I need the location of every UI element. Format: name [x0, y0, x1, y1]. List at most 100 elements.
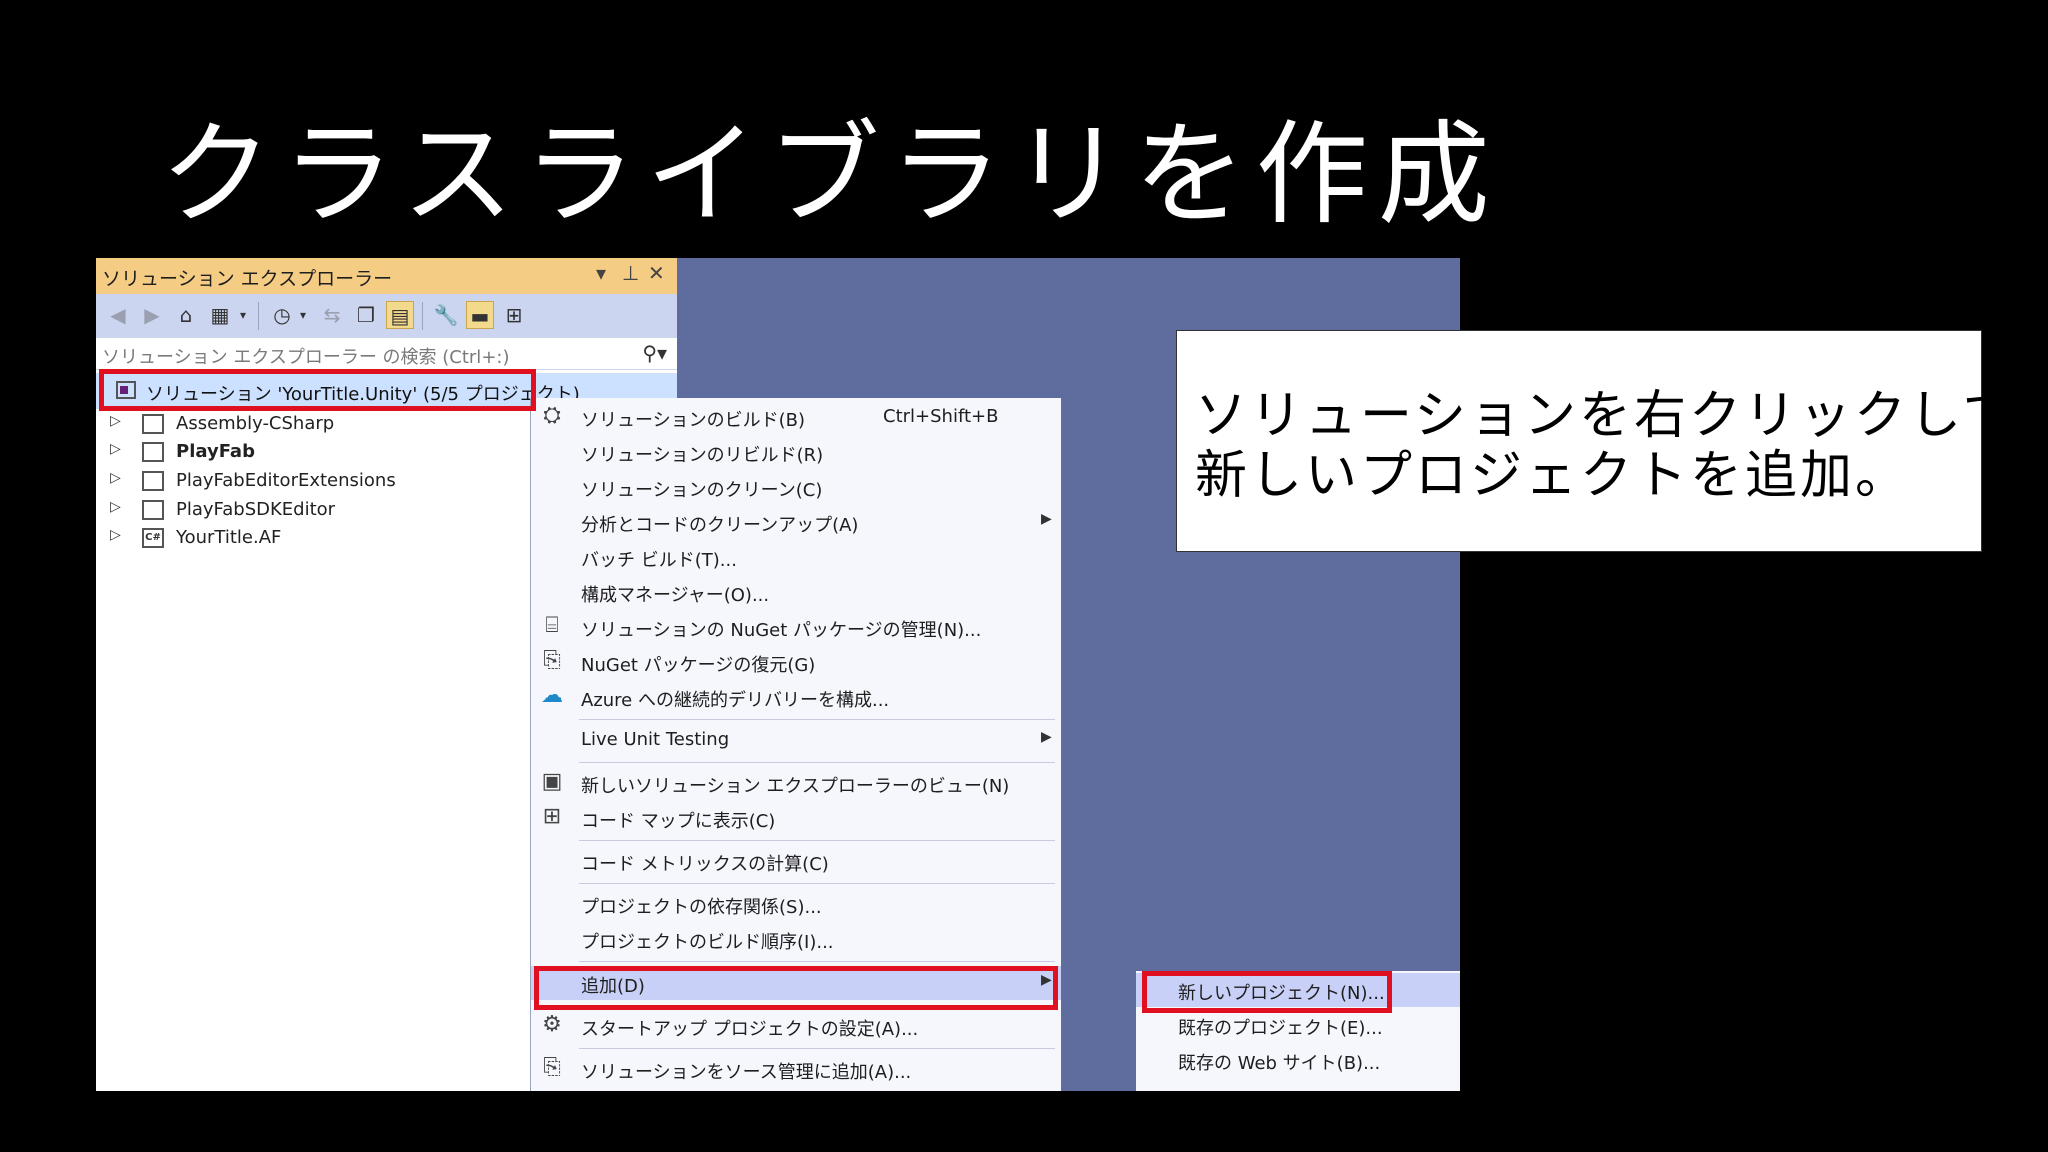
- expand-arrow-icon[interactable]: ▷: [110, 441, 121, 457]
- restore-package-icon: ⎘: [543, 648, 561, 673]
- build-icon: ⛭: [543, 403, 561, 428]
- menu-item-label: 新しいソリューション エクスプローラーのビュー(N): [581, 776, 1010, 797]
- menu-item-set-startup[interactable]: ⚙ スタートアップ プロジェクトの設定(A)...: [531, 1009, 1061, 1043]
- submenu-arrow-icon: ▶: [1041, 511, 1052, 527]
- menu-item-label: ソリューションのクリーン(C): [581, 480, 823, 501]
- search-icon[interactable]: ⚲▾: [642, 341, 667, 365]
- menu-item-label: NuGet パッケージの復元(G): [581, 655, 816, 676]
- chevron-down-icon[interactable]: ▾: [236, 301, 250, 329]
- callout-line-2: 新しいプロジェクトを追加。: [1195, 446, 1911, 506]
- menu-item-new-explorer-view[interactable]: ▣ 新しいソリューション エクスプローラーのビュー(N): [531, 766, 1061, 800]
- menu-item-build-order[interactable]: プロジェクトのビルド順序(I)...: [531, 922, 1061, 956]
- solution-icon: [116, 381, 136, 399]
- menu-separator: [579, 840, 1055, 841]
- menu-item-label: 構成マネージャー(O)...: [581, 585, 770, 606]
- home-icon[interactable]: ⌂: [172, 301, 200, 329]
- project-node-assembly-csharp[interactable]: ▷ Assembly-CSharp: [96, 411, 536, 439]
- menu-item-azure-delivery[interactable]: ☁ Azure への継続的デリバリーを構成...: [531, 680, 1061, 714]
- expand-arrow-icon[interactable]: ▷: [110, 470, 121, 486]
- project-label: PlayFab: [176, 441, 255, 462]
- solution-explorer-title: ソリューション エクスプローラー: [102, 268, 393, 290]
- menu-item-label: プロジェクトのビルド順序(I)...: [581, 932, 834, 953]
- menu-separator: [579, 883, 1055, 884]
- nuget-icon: ⌸: [545, 613, 559, 638]
- menu-item-label: 追加(D): [581, 976, 645, 997]
- source-control-add-icon: ⎘: [543, 1055, 561, 1080]
- menu-item-project-dependencies[interactable]: プロジェクトの依存関係(S)...: [531, 887, 1061, 921]
- menu-separator: [579, 719, 1055, 720]
- submenu-item-existing-project[interactable]: 既存のプロジェクト(E)...: [1136, 1008, 1460, 1042]
- instruction-callout: ソリューションを右クリックして 新しいプロジェクトを追加。: [1176, 330, 2014, 552]
- project-node-playfab[interactable]: ▷ PlayFab: [96, 439, 536, 467]
- menu-item-rebuild-solution[interactable]: ソリューションのリビルド(R): [531, 435, 1061, 469]
- submenu-arrow-icon: ▶: [1041, 972, 1052, 988]
- project-label: PlayFabSDKEditor: [176, 499, 336, 520]
- menu-item-label: ソリューションのビルド(B): [581, 410, 806, 431]
- solution-explorer-titlebar: ソリューション エクスプローラー ▾ ⊥ ✕: [96, 258, 677, 294]
- menu-item-label: Live Unit Testing: [581, 729, 730, 750]
- submenu-arrow-icon: ▶: [1041, 729, 1052, 745]
- forward-icon[interactable]: ▶: [138, 301, 166, 329]
- back-icon[interactable]: ◀: [104, 301, 132, 329]
- menu-item-configuration-manager[interactable]: 構成マネージャー(O)...: [531, 575, 1061, 609]
- expand-arrow-icon[interactable]: ▷: [110, 527, 121, 543]
- unity-project-icon: [142, 442, 164, 462]
- sync-icon[interactable]: ⇆: [318, 301, 346, 329]
- menu-item-code-metrics[interactable]: コード メトリックスの計算(C): [531, 844, 1061, 878]
- close-icon[interactable]: ✕: [648, 261, 665, 285]
- show-all-files-icon[interactable]: ▤: [386, 301, 414, 329]
- solution-root-label: ソリューション 'YourTitle.Unity' (5/5 プロジェクト): [146, 384, 580, 405]
- preview-selected-icon[interactable]: ▬: [466, 301, 494, 329]
- azure-cloud-icon: ☁: [541, 683, 563, 708]
- collapse-all-icon[interactable]: ❐: [352, 301, 380, 329]
- properties-wrench-icon[interactable]: 🔧: [432, 301, 460, 329]
- menu-item-add-source-control[interactable]: ⎘ ソリューションをソース管理に追加(A)...: [531, 1052, 1061, 1086]
- submenu-item-existing-website[interactable]: 既存の Web サイト(B)...: [1136, 1043, 1460, 1077]
- project-label: YourTitle.AF: [176, 527, 282, 548]
- menu-item-label: Azure への継続的デリバリーを構成...: [581, 690, 890, 711]
- submenu-item-new-project[interactable]: 新しいプロジェクト(N)...: [1136, 973, 1460, 1007]
- menu-item-live-unit-testing[interactable]: Live Unit Testing ▶: [531, 723, 1061, 757]
- solution-context-menu: ⛭ ソリューションのビルド(B) Ctrl+Shift+B ソリューションのリビ…: [530, 398, 1061, 1091]
- solution-explorer-search[interactable]: ソリューション エクスプローラー の検索 (Ctrl+:) ⚲▾: [96, 338, 677, 370]
- project-node-playfab-sdk-editor[interactable]: ▷ PlayFabSDKEditor: [96, 497, 536, 525]
- expand-arrow-icon[interactable]: ▷: [110, 499, 121, 515]
- menu-item-batch-build[interactable]: バッチ ビルド(T)...: [531, 540, 1061, 574]
- unity-project-icon: [142, 500, 164, 520]
- menu-item-label: スタートアップ プロジェクトの設定(A)...: [581, 1019, 919, 1040]
- menu-item-shortcut: Ctrl+Shift+B: [883, 406, 999, 427]
- project-node-playfab-editor-extensions[interactable]: ▷ PlayFabEditorExtensions: [96, 468, 536, 496]
- menu-item-manage-nuget[interactable]: ⌸ ソリューションの NuGet パッケージの管理(N)...: [531, 610, 1061, 644]
- project-node-yourtitle-af[interactable]: ▷ C# YourTitle.AF: [96, 525, 536, 553]
- menu-separator: [579, 762, 1055, 763]
- menu-item-label: ソリューションのリビルド(R): [581, 445, 824, 466]
- menu-item-label: コード マップに表示(C): [581, 811, 776, 832]
- toolbar-divider: [258, 302, 259, 330]
- dropdown-icon[interactable]: ▾: [596, 261, 606, 285]
- menu-item-label: 既存のプロジェクト(E)...: [1178, 1018, 1383, 1039]
- menu-separator: [579, 961, 1055, 962]
- menu-item-add[interactable]: 追加(D) ▶: [531, 966, 1061, 1000]
- menu-item-restore-nuget[interactable]: ⎘ NuGet パッケージの復元(G): [531, 645, 1061, 679]
- menu-item-label: ソリューションをソース管理に追加(A)...: [581, 1062, 912, 1083]
- expand-arrow-icon[interactable]: ▷: [110, 413, 121, 429]
- solution-explorer-toolbar: ◀ ▶ ⌂ ▦ ▾ ◷ ▾ ⇆ ❐ ▤ 🔧 ▬ ⊞: [96, 294, 677, 338]
- menu-item-clean-solution[interactable]: ソリューションのクリーン(C): [531, 470, 1061, 504]
- switch-views-icon[interactable]: ▦: [206, 301, 234, 329]
- csharp-project-icon: C#: [142, 528, 164, 548]
- menu-item-label: ソリューションの NuGet パッケージの管理(N)...: [581, 620, 982, 641]
- new-view-icon: ▣: [541, 769, 563, 794]
- project-label: Assembly-CSharp: [176, 413, 335, 434]
- code-map-icon[interactable]: ⊞: [500, 301, 528, 329]
- menu-item-build-solution[interactable]: ⛭ ソリューションのビルド(B) Ctrl+Shift+B: [531, 400, 1061, 434]
- chevron-down-icon[interactable]: ▾: [296, 301, 310, 329]
- pin-icon[interactable]: ⊥: [622, 261, 639, 285]
- menu-item-label: プロジェクトの依存関係(S)...: [581, 897, 822, 918]
- menu-item-analyze-cleanup[interactable]: 分析とコードのクリーンアップ(A) ▶: [531, 505, 1061, 539]
- menu-item-show-code-map[interactable]: ⊞ コード マップに表示(C): [531, 801, 1061, 835]
- toolbar-divider: [422, 302, 423, 330]
- search-input[interactable]: ソリューション エクスプローラー の検索 (Ctrl+:): [102, 343, 509, 369]
- code-map-icon: ⊞: [542, 804, 562, 829]
- unity-project-icon: [142, 414, 164, 434]
- pending-changes-filter-icon[interactable]: ◷: [268, 301, 296, 329]
